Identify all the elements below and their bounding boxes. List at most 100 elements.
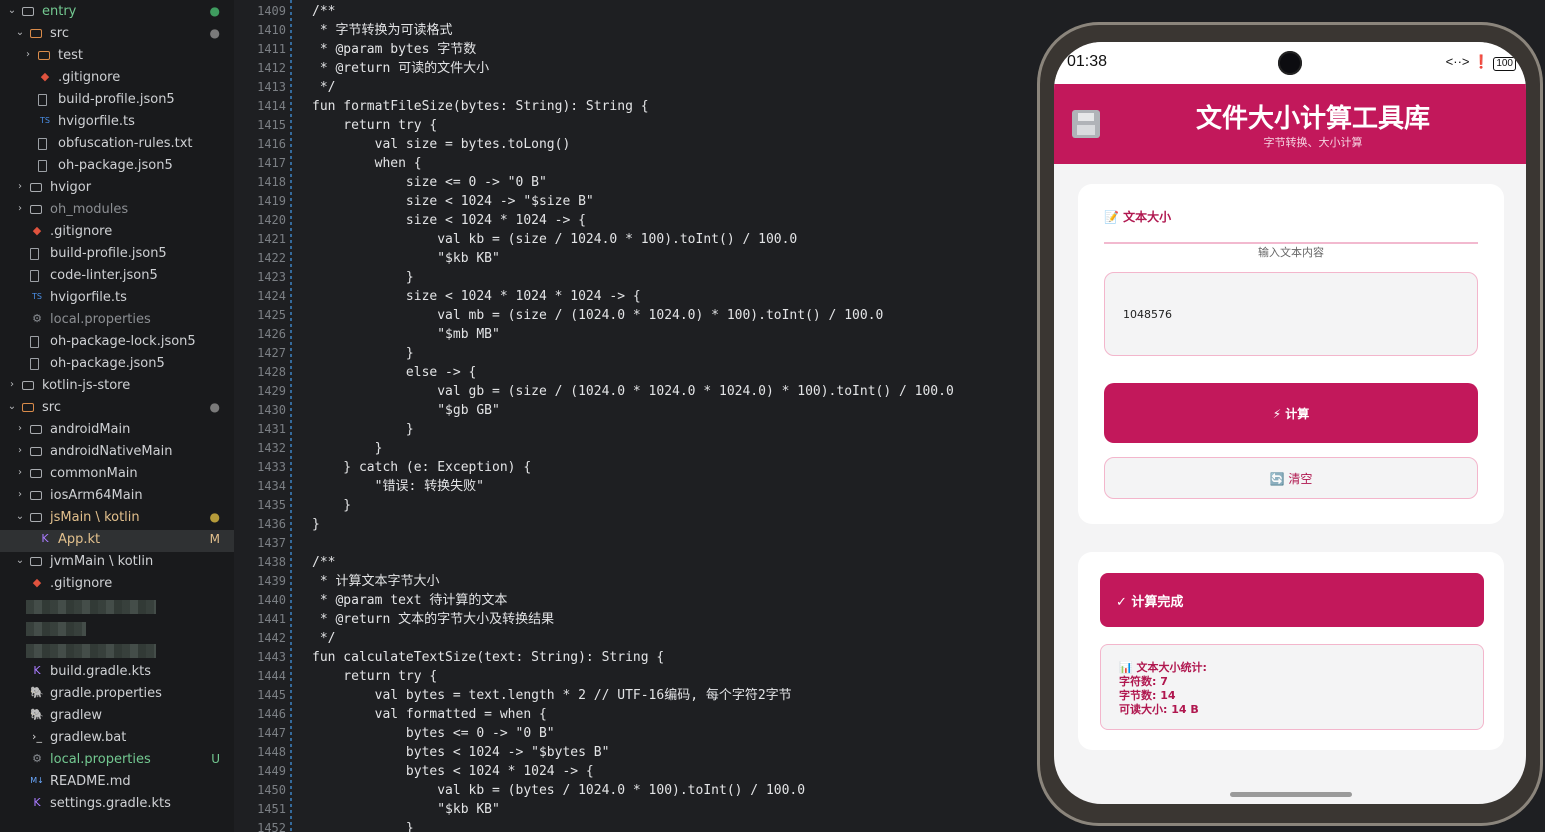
- code-line[interactable]: }: [312, 819, 414, 832]
- chevron-right-icon[interactable]: ›: [14, 181, 26, 192]
- code-line[interactable]: } catch (e: Exception) {: [312, 458, 531, 477]
- tree-item[interactable]: oh-package-lock.json5: [0, 332, 234, 354]
- home-indicator[interactable]: [1230, 792, 1352, 797]
- tree-item[interactable]: ◆ .gitignore: [0, 222, 234, 244]
- chevron-right-icon[interactable]: ›: [14, 467, 26, 478]
- redacted-label: [26, 600, 156, 614]
- code-line[interactable]: "$mb MB": [312, 325, 500, 344]
- code-line[interactable]: val mb = (size / (1024.0 * 1024.0) * 100…: [312, 306, 883, 325]
- code-line[interactable]: bytes < 1024 -> "$bytes B": [312, 743, 610, 762]
- chevron-right-icon[interactable]: ›: [14, 203, 26, 214]
- tree-item[interactable]: 🐘 gradlew: [0, 706, 234, 728]
- code-line[interactable]: val kb = (size / 1024.0 * 100).toInt() /…: [312, 230, 797, 249]
- chevron-right-icon[interactable]: ›: [22, 49, 34, 60]
- code-line[interactable]: * 计算文本字节大小: [312, 572, 440, 591]
- tree-item[interactable]: build-profile.json5: [0, 90, 234, 112]
- code-line[interactable]: * @param bytes 字节数: [312, 40, 476, 59]
- code-line[interactable]: val gb = (size / (1024.0 * 1024.0 * 1024…: [312, 382, 954, 401]
- tree-item[interactable]: › iosArm64Main: [0, 486, 234, 508]
- tree-item[interactable]: obfuscation-rules.txt: [0, 134, 234, 156]
- code-line[interactable]: */: [312, 78, 336, 97]
- code-line[interactable]: val bytes = text.length * 2 // UTF-16编码,…: [312, 686, 792, 705]
- code-line[interactable]: "$kb KB": [312, 800, 500, 819]
- chevron-down-icon[interactable]: ⌄: [14, 555, 26, 566]
- tree-item[interactable]: ◆ .gitignore: [0, 68, 234, 90]
- tree-item[interactable]: ⌄ jsMain \ kotlin ●: [0, 508, 234, 530]
- code-line[interactable]: fun calculateTextSize(text: String): Str…: [312, 648, 664, 667]
- tree-item[interactable]: › androidMain: [0, 420, 234, 442]
- tree-item[interactable]: TS hvigorfile.ts: [0, 288, 234, 310]
- chevron-down-icon[interactable]: ⌄: [6, 5, 18, 16]
- code-line[interactable]: size < 1024 * 1024 -> {: [312, 211, 586, 230]
- tree-item[interactable]: K App.kt M: [0, 530, 234, 552]
- code-line[interactable]: "错误: 转换失败": [312, 477, 484, 496]
- tree-item[interactable]: ⌄ src ●: [0, 24, 234, 46]
- code-line[interactable]: return try {: [312, 667, 437, 686]
- tree-item[interactable]: ⚙ local.properties: [0, 310, 234, 332]
- code-line[interactable]: }: [312, 439, 383, 458]
- code-line[interactable]: * @param text 待计算的文本: [312, 591, 508, 610]
- code-line[interactable]: "$gb GB": [312, 401, 500, 420]
- chevron-right-icon[interactable]: ›: [6, 379, 18, 390]
- redacted-item[interactable]: [0, 596, 234, 618]
- code-line[interactable]: val kb = (bytes / 1024.0 * 100).toInt() …: [312, 781, 805, 800]
- text-input[interactable]: [1104, 272, 1478, 356]
- tree-item[interactable]: Kbuild.gradle.kts: [0, 662, 234, 684]
- tree-item[interactable]: › androidNativeMain: [0, 442, 234, 464]
- code-line[interactable]: * @return 文本的字节大小及转换结果: [312, 610, 554, 629]
- tree-item[interactable]: oh-package.json5: [0, 156, 234, 178]
- code-line[interactable]: * 字节转换为可读格式: [312, 21, 453, 40]
- tree-item[interactable]: Ksettings.gradle.kts: [0, 794, 234, 816]
- tree-item[interactable]: ⌄ jvmMain \ kotlin: [0, 552, 234, 574]
- code-line[interactable]: "$kb KB": [312, 249, 500, 268]
- code-line[interactable]: val formatted = when {: [312, 705, 547, 724]
- tree-item[interactable]: oh-package.json5: [0, 354, 234, 376]
- code-line[interactable]: /**: [312, 553, 335, 572]
- code-line[interactable]: }: [312, 420, 414, 439]
- redacted-item[interactable]: [0, 618, 234, 640]
- tree-item[interactable]: ⚙ local.properties U: [0, 750, 234, 772]
- code-line[interactable]: else -> {: [312, 363, 476, 382]
- chevron-right-icon[interactable]: ›: [14, 489, 26, 500]
- calculate-button[interactable]: ⚡ 计算: [1104, 383, 1478, 443]
- tree-item[interactable]: ›_ gradlew.bat: [0, 728, 234, 750]
- tree-item[interactable]: › commonMain: [0, 464, 234, 486]
- code-line[interactable]: }: [312, 268, 414, 287]
- tree-item[interactable]: build-profile.json5: [0, 244, 234, 266]
- tree-item[interactable]: 🐘 gradle.properties: [0, 684, 234, 706]
- tree-item[interactable]: › kotlin-js-store: [0, 376, 234, 398]
- clear-button[interactable]: 🔄 清空: [1104, 457, 1478, 499]
- code-line[interactable]: bytes <= 0 -> "0 B": [312, 724, 555, 743]
- code-line[interactable]: * @return 可读的文件大小: [312, 59, 489, 78]
- code-line[interactable]: bytes < 1024 * 1024 -> {: [312, 762, 594, 781]
- tree-item[interactable]: TS hvigorfile.ts: [0, 112, 234, 134]
- code-line[interactable]: */: [312, 629, 336, 648]
- tree-item[interactable]: M↓ README.md: [0, 772, 234, 794]
- code-editor[interactable]: 1409 1410 1411 1412 1413 1414 1415 1416 1417 1418…: [234, 0, 1034, 832]
- chevron-right-icon[interactable]: ›: [14, 423, 26, 434]
- tree-item[interactable]: ◆ .gitignore: [0, 574, 234, 596]
- chevron-right-icon[interactable]: ›: [14, 445, 26, 456]
- code-line[interactable]: /**: [312, 2, 335, 21]
- code-line[interactable]: }: [312, 496, 351, 515]
- chevron-down-icon[interactable]: ⌄: [14, 27, 26, 38]
- code-line[interactable]: fun formatFileSize(bytes: String): Strin…: [312, 97, 649, 116]
- code-line[interactable]: return try {: [312, 116, 437, 135]
- code-line[interactable]: when {: [312, 154, 422, 173]
- tree-item[interactable]: code-linter.json5: [0, 266, 234, 288]
- chevron-down-icon[interactable]: ⌄: [6, 401, 18, 412]
- redacted-item[interactable]: [0, 640, 234, 662]
- tree-item[interactable]: ⌄ src ●: [0, 398, 234, 420]
- code-line[interactable]: size < 1024 -> "$size B": [312, 192, 594, 211]
- tree-item[interactable]: ⌄ entry ●: [0, 2, 234, 24]
- tree-item-label: gradlew.bat: [50, 730, 127, 745]
- code-line[interactable]: }: [312, 515, 320, 534]
- tree-item[interactable]: › hvigor: [0, 178, 234, 200]
- tree-item[interactable]: › test: [0, 46, 234, 68]
- code-line[interactable]: val size = bytes.toLong(): [312, 135, 571, 154]
- code-line[interactable]: }: [312, 344, 414, 363]
- chevron-down-icon[interactable]: ⌄: [14, 511, 26, 522]
- code-line[interactable]: size < 1024 * 1024 * 1024 -> {: [312, 287, 641, 306]
- tree-item[interactable]: › oh_modules: [0, 200, 234, 222]
- code-line[interactable]: size <= 0 -> "0 B": [312, 173, 547, 192]
